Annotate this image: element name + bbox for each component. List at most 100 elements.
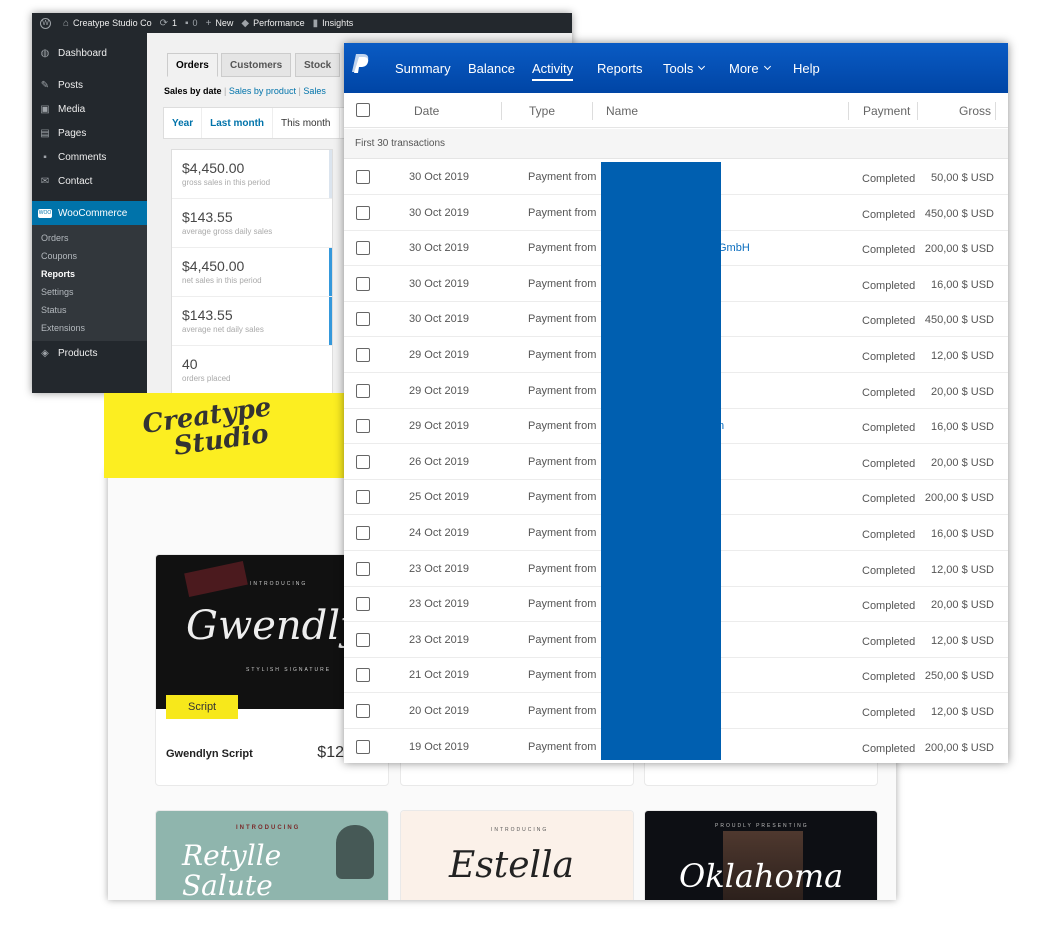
- row-checkbox[interactable]: [356, 668, 370, 683]
- row-checkbox[interactable]: [356, 170, 370, 184]
- image-intro-text: INTRODUCING: [250, 581, 308, 587]
- product-card-oklahoma[interactable]: PROUDLY PRESENTING Oklahoma: [644, 810, 878, 900]
- transaction-status: Completed: [862, 742, 916, 755]
- updates-icon: ⟳: [159, 17, 168, 29]
- transaction-status: Completed: [862, 635, 916, 648]
- product-card-retylle[interactable]: INTRODUCING Retylle Salute: [155, 810, 389, 900]
- row-checkbox[interactable]: [356, 490, 370, 505]
- paypal-logo-icon[interactable]: [351, 53, 371, 77]
- adminbar-performance[interactable]: ◆ Performance: [241, 18, 304, 29]
- products-box-icon: ◈: [41, 347, 49, 359]
- nav-reports[interactable]: Reports: [597, 43, 643, 93]
- plus-icon: +: [205, 17, 212, 29]
- submenu-reports[interactable]: Reports: [32, 265, 147, 283]
- transaction-gross: 50,00 $ USD: [931, 172, 994, 184]
- row-checkbox[interactable]: [356, 632, 370, 647]
- row-checkbox[interactable]: [356, 241, 370, 256]
- product-image[interactable]: PROUDLY PRESENTING Oklahoma: [645, 811, 877, 900]
- stat-net-sales[interactable]: $4,450.00 net sales in this period: [172, 248, 332, 297]
- row-checkbox[interactable]: [356, 276, 370, 291]
- submenu-status[interactable]: Status: [32, 301, 147, 319]
- stat-avg-gross[interactable]: $143.55 average gross daily sales: [172, 199, 332, 248]
- col-date[interactable]: Date: [414, 104, 439, 118]
- row-checkbox[interactable]: [356, 205, 370, 220]
- product-price: $12: [317, 744, 344, 761]
- product-card-estella[interactable]: INTRODUCING Estella: [400, 810, 634, 900]
- transaction-date: 29 Oct 2019: [409, 384, 469, 397]
- nav-activity[interactable]: Activity: [532, 43, 574, 93]
- tab-stock[interactable]: Stock: [295, 53, 341, 77]
- range-this-month[interactable]: This month: [273, 108, 340, 138]
- row-checkbox[interactable]: [356, 704, 370, 718]
- menu-item-media[interactable]: ▣ Media: [32, 97, 147, 121]
- transaction-gross: 450,00 $ USD: [924, 314, 994, 327]
- wordpress-logo-icon[interactable]: W: [40, 17, 55, 29]
- transaction-status: Completed: [862, 422, 916, 435]
- tab-customers[interactable]: Customers: [221, 53, 292, 77]
- menu-item-comments[interactable]: ▪ Comments: [32, 145, 147, 169]
- row-checkbox[interactable]: [356, 739, 370, 754]
- transaction-date: 30 Oct 2019: [409, 313, 469, 326]
- row-checkbox[interactable]: [356, 526, 370, 540]
- col-payment[interactable]: Payment: [863, 104, 910, 118]
- woocommerce-submenu: Orders Coupons Reports Settings Status E…: [32, 225, 147, 341]
- menu-item-products[interactable]: ◈ Products: [32, 341, 147, 365]
- transaction-date: 30 Oct 2019: [409, 242, 469, 255]
- row-checkbox[interactable]: [356, 561, 370, 576]
- performance-icon: ◆: [241, 17, 250, 29]
- transaction-name[interactable]: GmbH: [718, 242, 750, 254]
- home-icon: ⌂: [63, 17, 70, 29]
- adminbar-new[interactable]: + New: [206, 18, 234, 29]
- adminbar-comments[interactable]: ▪ 0: [185, 18, 198, 29]
- submenu-settings[interactable]: Settings: [32, 283, 147, 301]
- paypal-activity-window: Summary Balance Activity Reports Tools M…: [344, 43, 1008, 763]
- stat-gross-sales[interactable]: $4,450.00 gross sales in this period: [172, 150, 332, 199]
- col-gross[interactable]: Gross: [959, 104, 991, 118]
- nav-more[interactable]: More: [729, 43, 771, 93]
- adminbar-updates[interactable]: ⟳ 1: [160, 18, 177, 29]
- range-year[interactable]: Year: [164, 108, 203, 138]
- transaction-gross: 250,00 $ USD: [924, 670, 994, 683]
- subnav-sales-more[interactable]: Sales: [303, 86, 326, 96]
- row-checkbox[interactable]: [356, 312, 370, 327]
- col-type[interactable]: Type: [529, 104, 555, 118]
- product-image[interactable]: INTRODUCING Estella: [401, 811, 633, 900]
- row-checkbox[interactable]: [356, 597, 370, 612]
- transaction-status: Completed: [862, 529, 916, 541]
- transaction-gross: 450,00 $ USD: [924, 207, 994, 220]
- range-last-month[interactable]: Last month: [202, 108, 274, 138]
- row-checkbox[interactable]: [356, 348, 370, 362]
- select-all-checkbox[interactable]: [356, 103, 370, 117]
- submenu-coupons[interactable]: Coupons: [32, 247, 147, 265]
- adminbar-site-name[interactable]: ⌂ Creatype Studio Co: [63, 18, 152, 29]
- nav-balance[interactable]: Balance: [468, 43, 515, 93]
- transaction-type: Payment from: [528, 633, 597, 646]
- submenu-extensions[interactable]: Extensions: [32, 319, 147, 337]
- transaction-status: Completed: [862, 457, 916, 470]
- menu-item-pages[interactable]: ▤ Pages: [32, 121, 147, 145]
- stat-avg-net[interactable]: $143.55 average net daily sales: [172, 297, 332, 346]
- product-title[interactable]: Gwendlyn Script: [166, 748, 253, 760]
- transaction-type: Payment from: [528, 206, 597, 219]
- product-image[interactable]: INTRODUCING Retylle Salute: [156, 811, 388, 900]
- menu-item-contact[interactable]: ✉ Contact: [32, 169, 147, 193]
- row-checkbox[interactable]: [356, 419, 370, 434]
- nav-tools[interactable]: Tools: [663, 43, 706, 93]
- nav-help[interactable]: Help: [793, 43, 820, 93]
- menu-item-woocommerce[interactable]: WOO WooCommerce: [32, 201, 153, 225]
- nav-summary[interactable]: Summary: [395, 43, 451, 93]
- col-name[interactable]: Name: [606, 104, 638, 118]
- image-script-title: Estella: [449, 845, 575, 886]
- tab-orders[interactable]: Orders: [167, 53, 218, 77]
- subnav-sales-by-product[interactable]: Sales by product: [229, 86, 296, 96]
- row-checkbox[interactable]: [356, 383, 370, 398]
- subnav-sales-by-date[interactable]: Sales by date: [164, 86, 222, 96]
- menu-item-posts[interactable]: ✎ Posts: [32, 73, 147, 97]
- transactions-count-label: First 30 transactions: [344, 129, 1008, 159]
- stat-orders-placed[interactable]: 40 orders placed: [172, 346, 332, 393]
- category-badge[interactable]: Script: [166, 695, 239, 719]
- row-checkbox[interactable]: [356, 454, 370, 469]
- adminbar-insights[interactable]: ▮ Insights: [313, 18, 354, 29]
- menu-item-dashboard[interactable]: ◍ Dashboard: [32, 41, 147, 65]
- submenu-orders[interactable]: Orders: [32, 229, 147, 247]
